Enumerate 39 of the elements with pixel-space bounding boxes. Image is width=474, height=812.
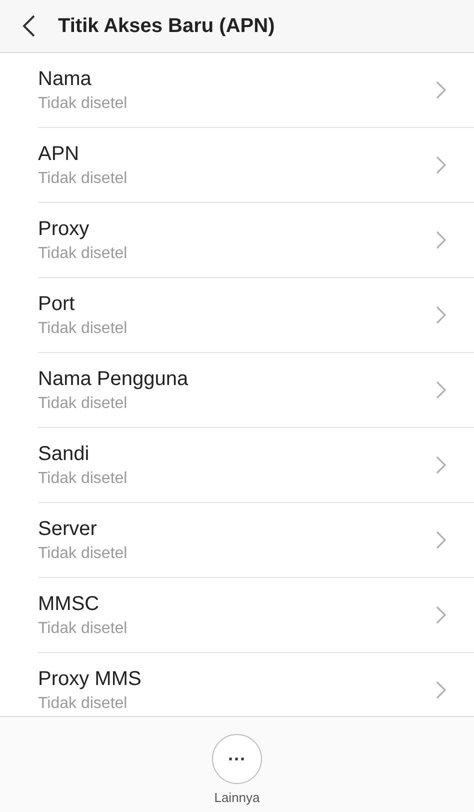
settings-row[interactable]: Nama Pengguna Tidak disetel bbox=[38, 353, 474, 428]
setting-label: Nama Pengguna bbox=[38, 368, 190, 390]
setting-value: Tidak disetel bbox=[38, 244, 128, 262]
setting-value: Tidak disetel bbox=[38, 320, 128, 338]
setting-value: Tidak disetel bbox=[38, 394, 128, 412]
settings-row[interactable]: MMSC Tidak disetel bbox=[38, 578, 474, 653]
settings-row[interactable]: Nama Tidak disetel bbox=[38, 53, 474, 128]
setting-label: APN bbox=[38, 142, 80, 166]
more-button[interactable]: ··· bbox=[212, 734, 262, 784]
setting-label: Port bbox=[38, 292, 76, 316]
chevron-right-icon bbox=[436, 231, 446, 249]
back-icon[interactable] bbox=[22, 15, 36, 37]
chevron-right-icon bbox=[436, 681, 446, 699]
more-label: Lainnya bbox=[214, 790, 260, 805]
setting-label: Proxy MMS bbox=[38, 668, 142, 690]
chevron-right-icon bbox=[436, 306, 446, 324]
chevron-right-icon bbox=[436, 531, 446, 549]
settings-row[interactable]: Sandi Tidak disetel bbox=[38, 428, 474, 503]
setting-value: Tidak disetel bbox=[38, 470, 128, 488]
setting-value: Tidak disetel bbox=[38, 544, 128, 562]
setting-label: Server bbox=[38, 518, 98, 540]
settings-row[interactable]: Server Tidak disetel bbox=[38, 503, 474, 578]
chevron-right-icon bbox=[436, 81, 446, 99]
chevron-right-icon bbox=[436, 606, 446, 624]
setting-label: Sandi bbox=[38, 442, 90, 466]
setting-label: Proxy bbox=[38, 218, 90, 240]
settings-row[interactable]: APN Tidak disetel bbox=[38, 128, 474, 203]
setting-label: MMSC bbox=[38, 592, 100, 616]
setting-value: Tidak disetel bbox=[38, 694, 128, 712]
setting-value: Tidak disetel bbox=[38, 94, 128, 112]
setting-value: Tidak disetel bbox=[38, 170, 128, 188]
settings-row[interactable]: Port Tidak disetel bbox=[38, 278, 474, 353]
settings-row[interactable]: Proxy Tidak disetel bbox=[38, 203, 474, 278]
setting-label: Nama bbox=[38, 68, 92, 90]
chevron-right-icon bbox=[436, 456, 446, 474]
screen-title: Titik Akses Baru (APN) bbox=[58, 14, 275, 38]
chevron-right-icon bbox=[436, 381, 446, 399]
chevron-right-icon bbox=[436, 156, 446, 174]
setting-value: Tidak disetel bbox=[38, 620, 128, 638]
